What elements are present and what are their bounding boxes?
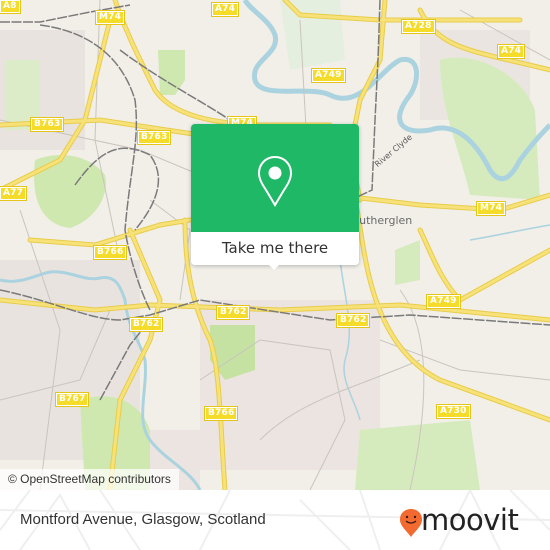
park	[355, 420, 480, 490]
footer-bar: Montford Avenue, Glasgow, Scotland moovi…	[0, 490, 550, 550]
map-view[interactable]: M74 A74 A728 A74 A749 B763 B763 M74 A77 …	[0, 0, 550, 490]
moovit-wordmark: moovit	[421, 503, 519, 537]
road-label-b763: B763	[136, 130, 172, 145]
road-label-m74: M74	[475, 201, 507, 216]
take-me-there-button[interactable]: Take me there	[191, 232, 359, 265]
park	[395, 240, 420, 285]
road-label-b766: B766	[92, 245, 128, 260]
road-label-b762: B762	[215, 305, 251, 320]
moovit-logo[interactable]: moovit	[399, 503, 539, 537]
park	[280, 0, 345, 70]
moovit-smiley-pin-icon	[400, 509, 422, 537]
park	[158, 50, 185, 95]
location-popup: Take me there	[191, 124, 359, 270]
road-label-a8: A8	[0, 0, 21, 14]
road-label-m74: M74	[94, 10, 126, 25]
popup-pointer	[267, 263, 281, 270]
road-label-b767: B767	[54, 392, 90, 407]
popup-header	[191, 124, 359, 232]
road-label-b762: B762	[128, 317, 164, 332]
road-label-b763: B763	[29, 117, 65, 132]
stream	[469, 224, 550, 241]
place-label-rutherglen: Rutherglen	[352, 214, 413, 227]
road-label-a728: A728	[401, 19, 436, 34]
road-label-b766: B766	[203, 406, 239, 421]
address-text: Montford Avenue, Glasgow, Scotland	[20, 511, 266, 528]
road-label-b762: B762	[335, 313, 371, 328]
road-label-a77: A77	[0, 186, 28, 201]
road-label-a730: A730	[436, 404, 471, 419]
map-attribution[interactable]: © OpenStreetMap contributors	[0, 469, 179, 490]
road-label-a749: A749	[311, 68, 346, 83]
location-pin-icon	[257, 155, 293, 207]
road-label-a74: A74	[496, 44, 526, 59]
road-label-a749: A749	[426, 294, 461, 309]
road-label-a74: A74	[210, 2, 240, 17]
